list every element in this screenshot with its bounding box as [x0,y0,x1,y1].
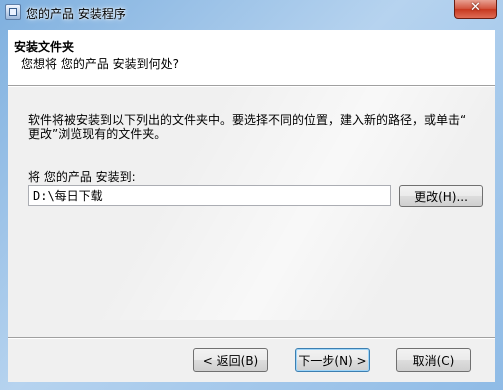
footer-divider-highlight [8,338,495,339]
header-divider-highlight [8,86,495,87]
next-button[interactable]: 下一步(N) > [295,348,370,372]
cancel-button[interactable]: 取消(C) [396,348,471,372]
app-icon [5,4,21,20]
page-subtitle: 您想将 您的产品 安装到何处? [21,57,179,71]
instructions-line-1: 软件将被安装到以下列出的文件夹中。要选择不同的位置，建入新的路径，或单击“ [28,113,467,127]
instructions-text: 软件将被安装到以下列出的文件夹中。要选择不同的位置，建入新的路径，或单击“ 更改… [28,113,480,141]
page-title: 安装文件夹 [14,40,75,54]
installer-window: 您的产品 安装程序 ✕ 安装文件夹 您想将 您的产品 安装到何处? 软件将被安装… [0,0,503,390]
install-path-input[interactable] [28,185,391,206]
change-folder-button[interactable]: 更改(H)... [399,185,483,207]
wizard-client-area: 安装文件夹 您想将 您的产品 安装到何处? 软件将被安装到以下列出的文件夹中。要… [8,30,495,382]
install-folder-label: 将 您的产品 安装到: [28,170,136,184]
close-button[interactable]: ✕ [454,0,497,19]
wizard-header: 安装文件夹 您想将 您的产品 安装到何处? [8,30,495,85]
back-button[interactable]: < 返回(B) [193,348,268,372]
window-title: 您的产品 安装程序 [26,7,126,21]
instructions-line-2: 更改”浏览现有的文件夹。 [28,127,167,141]
close-icon: ✕ [470,0,481,15]
title-bar[interactable]: 您的产品 安装程序 ✕ [0,0,503,26]
